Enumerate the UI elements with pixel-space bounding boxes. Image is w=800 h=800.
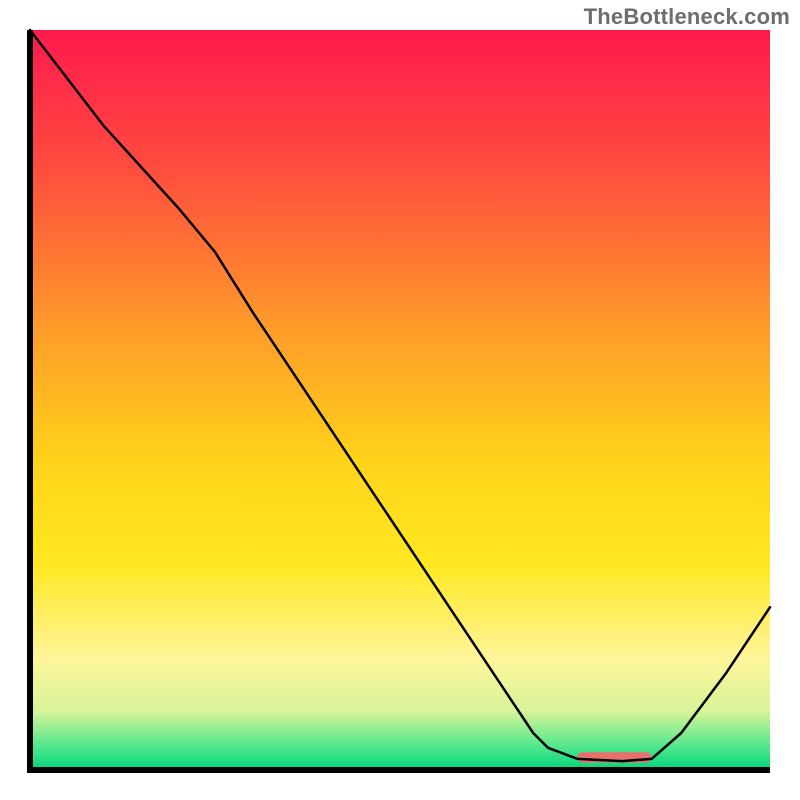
watermark-text: TheBottleneck.com [584, 4, 790, 30]
gradient-background [30, 30, 770, 770]
bottleneck-chart [0, 0, 800, 800]
chart-container: TheBottleneck.com [0, 0, 800, 800]
plot-area [30, 30, 770, 770]
